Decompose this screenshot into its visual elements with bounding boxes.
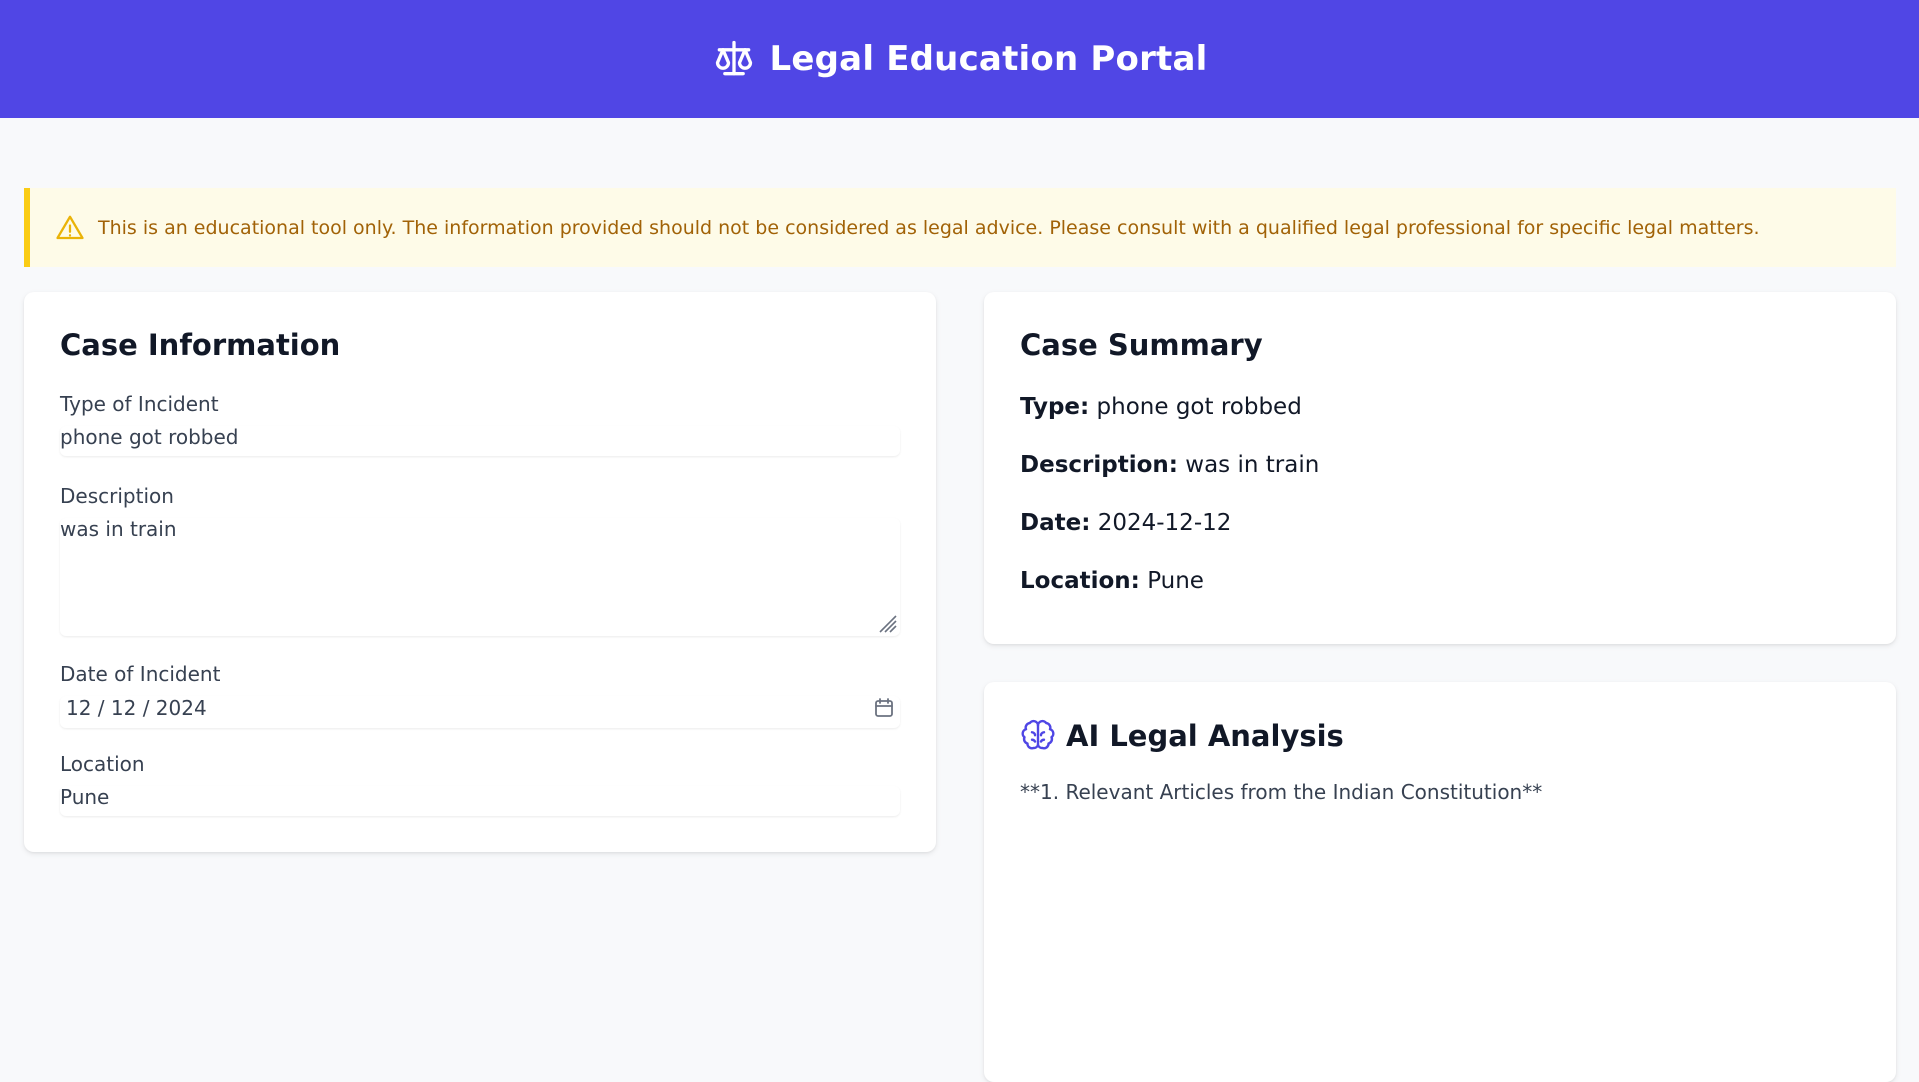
summary-date-row: Date: 2024-12-12 [1020,510,1860,536]
description-label: Description [60,484,174,508]
app-title: Legal Education Portal [769,39,1208,79]
date-of-incident-input[interactable]: 12 / 12 / 2024 [60,696,900,728]
calendar-icon[interactable] [872,696,896,720]
resize-handle-icon[interactable] [876,612,898,634]
summary-date-value: 2024-12-12 [1097,510,1232,536]
case-information-title: Case Information [60,328,341,362]
brain-icon [1020,718,1056,754]
main-content: This is an educational tool only. The in… [24,188,1896,1082]
location-input[interactable]: Pune [60,786,900,816]
description-textarea[interactable]: was in train [60,518,900,636]
case-information-card: Case Information Type of Incident phone … [24,292,936,852]
date-value: 12 / 12 / 2024 [66,696,207,720]
case-summary-card: Case Summary Type: phone got robbed Desc… [984,292,1896,644]
summary-location-row: Location: Pune [1020,568,1860,594]
summary-description-value: was in train [1185,452,1320,478]
summary-description-row: Description: was in train [1020,452,1860,478]
warning-triangle-icon [54,212,86,244]
ai-legal-analysis-title: AI Legal Analysis [1066,719,1344,753]
analysis-first-line: **1. Relevant Articles from the Indian C… [1020,780,1543,804]
summary-location-value: Pune [1147,568,1204,594]
type-of-incident-label: Type of Incident [60,392,219,416]
ai-legal-analysis-card: AI Legal Analysis **1. Relevant Articles… [984,682,1896,1082]
case-summary-title: Case Summary [1020,328,1263,362]
type-of-incident-input[interactable]: phone got robbed [60,426,900,456]
summary-type-row: Type: phone got robbed [1020,394,1860,420]
analysis-title-row: AI Legal Analysis [1020,718,1860,754]
summary-date-label: Date: [1020,510,1091,536]
location-label: Location [60,752,145,776]
app-header: Legal Education Portal [0,0,1919,118]
disclaimer-text: This is an educational tool only. The in… [98,216,1760,239]
disclaimer-banner: This is an educational tool only. The in… [24,188,1896,267]
date-of-incident-label: Date of Incident [60,662,221,686]
summary-type-value: phone got robbed [1096,394,1302,420]
scales-icon [712,37,756,81]
description-value: was in train [60,517,177,541]
summary-type-label: Type: [1020,394,1090,420]
summary-location-label: Location: [1020,568,1140,594]
summary-description-label: Description: [1020,452,1178,478]
